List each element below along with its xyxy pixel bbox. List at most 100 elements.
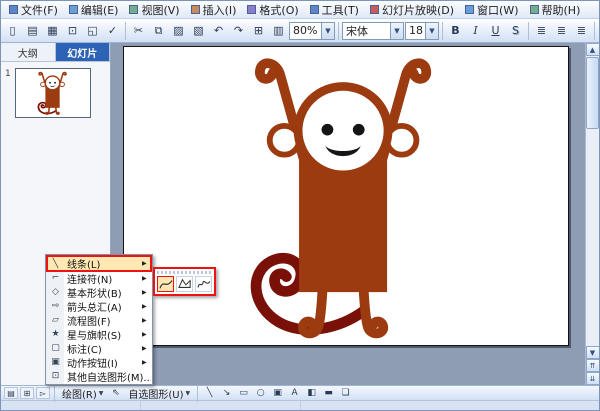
insert-table-button[interactable]: ⊞ bbox=[249, 21, 268, 40]
format-painter-button[interactable]: ▧ bbox=[189, 21, 208, 40]
slide-canvas[interactable] bbox=[123, 46, 569, 346]
scribble-tool-button[interactable] bbox=[195, 276, 212, 292]
insert-chart-button[interactable]: ▥ bbox=[269, 21, 288, 40]
align-left-button[interactable]: ≣ bbox=[532, 21, 551, 40]
underline-button[interactable]: U bbox=[486, 21, 505, 40]
menu-item-connectors[interactable]: ⌐ 连接符(N) ▶ bbox=[47, 271, 151, 285]
tools-menu-icon bbox=[310, 5, 319, 14]
save-button[interactable]: ▦ bbox=[43, 21, 62, 40]
menu-item-block-arrows[interactable]: ⇨ 箭头总汇(A) ▶ bbox=[47, 299, 151, 313]
print-preview-button[interactable]: ◱ bbox=[83, 21, 102, 40]
view-menu-icon bbox=[129, 5, 138, 14]
freeform-tool-button[interactable] bbox=[176, 276, 193, 292]
menu-item-basic-shapes[interactable]: ◇ 基本形状(B) ▶ bbox=[47, 285, 151, 299]
menu-bar: 文件(F) 编辑(E) 视图(V) 插入(I) 格式(O) 工具(T) 幻灯片放… bbox=[1, 1, 599, 19]
curve-tool-button[interactable] bbox=[157, 276, 174, 292]
oval-tool-button[interactable]: ○ bbox=[253, 387, 268, 400]
align-center-button[interactable]: ≣ bbox=[552, 21, 571, 40]
menu-window[interactable]: 窗口(W) bbox=[460, 2, 523, 18]
previous-slide-icon[interactable]: ⇈ bbox=[586, 359, 600, 372]
submenu-arrow-icon: ▶ bbox=[142, 275, 151, 282]
toolbar-separator bbox=[125, 22, 126, 40]
autoshapes-menu-button[interactable]: 自选图形(U) ▼ bbox=[125, 387, 193, 400]
scroll-down-icon[interactable]: ▼ bbox=[586, 346, 600, 359]
fill-color-button[interactable]: ◧ bbox=[304, 387, 319, 400]
text-box-button[interactable]: ▣ bbox=[270, 387, 285, 400]
format-menu-icon bbox=[247, 5, 256, 14]
spelling-button[interactable]: ✓ bbox=[103, 21, 122, 40]
menu-format[interactable]: 格式(O) bbox=[242, 2, 303, 18]
rectangle-tool-button[interactable]: ▭ bbox=[236, 387, 251, 400]
powerpoint-window: 文件(F) 编辑(E) 视图(V) 插入(I) 格式(O) 工具(T) 幻灯片放… bbox=[0, 0, 600, 411]
menu-item-stars-banners[interactable]: ★ 星与旗帜(S) ▶ bbox=[47, 327, 151, 341]
slide-number: 1 bbox=[5, 68, 11, 79]
arrow-tool-button[interactable]: ↘ bbox=[219, 387, 234, 400]
freeform-icon bbox=[178, 278, 192, 290]
open-button[interactable]: ▤ bbox=[23, 21, 42, 40]
bold-button[interactable]: B bbox=[446, 21, 465, 40]
status-panel bbox=[1, 401, 141, 411]
scroll-up-icon[interactable]: ▲ bbox=[586, 43, 600, 56]
toolbar-separator bbox=[442, 22, 443, 40]
scrollbar-track[interactable] bbox=[586, 56, 600, 346]
window-menu-icon bbox=[465, 5, 474, 14]
font-name-value: 宋体 bbox=[343, 23, 390, 39]
menu-insert[interactable]: 插入(I) bbox=[186, 2, 242, 18]
normal-view-button[interactable]: ▤ bbox=[4, 387, 18, 399]
edit-menu-icon bbox=[69, 5, 78, 14]
zoom-dropdown-icon[interactable]: ▼ bbox=[321, 23, 334, 39]
line-color-button[interactable]: ▬ bbox=[321, 387, 336, 400]
standard-toolbar: ▯ ▤ ▦ ⊡ ◱ ✓ ✂ ⧉ ▨ ▧ ↶ ↷ ⊞ ▥ 80% ▼ 宋体 ▼ 1… bbox=[1, 19, 599, 43]
toolbar-separator bbox=[528, 22, 529, 40]
palette-tearoff-grip[interactable] bbox=[157, 271, 212, 274]
select-objects-button[interactable]: ⇖ bbox=[108, 387, 123, 400]
menu-file[interactable]: 文件(F) bbox=[4, 2, 63, 18]
redo-button[interactable]: ↷ bbox=[229, 21, 248, 40]
italic-button[interactable]: I bbox=[466, 21, 485, 40]
text-shadow-button[interactable]: S bbox=[506, 21, 525, 40]
shadow-style-button[interactable]: ❏ bbox=[338, 387, 353, 400]
menu-help[interactable]: 帮助(H) bbox=[525, 2, 586, 18]
menu-edit[interactable]: 编辑(E) bbox=[64, 2, 124, 18]
scribble-icon bbox=[197, 278, 211, 290]
zoom-combobox[interactable]: 80% ▼ bbox=[289, 22, 335, 40]
slide-thumbnail[interactable] bbox=[15, 68, 91, 118]
tab-outline[interactable]: 大纲 bbox=[1, 43, 56, 61]
font-size-combobox[interactable]: 18 ▼ bbox=[405, 22, 439, 40]
font-name-combobox[interactable]: 宋体 ▼ bbox=[342, 22, 404, 40]
monkey-thumbnail-drawing bbox=[17, 70, 89, 116]
menu-item-action-buttons[interactable]: ▣ 动作按钮(I) ▶ bbox=[47, 355, 151, 369]
undo-button[interactable]: ↶ bbox=[209, 21, 228, 40]
vertical-scrollbar[interactable]: ▲ ▼ ⇈ ⇊ bbox=[585, 43, 599, 385]
paste-button[interactable]: ▨ bbox=[169, 21, 188, 40]
file-menu-icon bbox=[9, 5, 18, 14]
new-button[interactable]: ▯ bbox=[3, 21, 22, 40]
menu-item-more-autoshapes[interactable]: ⊡ 其他自选图形(M)... bbox=[47, 369, 151, 383]
line-tool-button[interactable]: ╲ bbox=[202, 387, 217, 400]
palette-tools-row bbox=[157, 276, 212, 292]
draw-menu-button[interactable]: 绘图(R) ▼ bbox=[59, 387, 106, 400]
submenu-arrow-icon: ▶ bbox=[142, 289, 151, 296]
slide-sorter-view-button[interactable]: ⊞ bbox=[20, 387, 34, 399]
align-right-button[interactable]: ≣ bbox=[572, 21, 591, 40]
copy-button[interactable]: ⧉ bbox=[149, 21, 168, 40]
slideshow-view-button[interactable]: ▻ bbox=[36, 387, 50, 399]
print-button[interactable]: ⊡ bbox=[63, 21, 82, 40]
lines-palette bbox=[153, 267, 216, 296]
menu-view[interactable]: 视图(V) bbox=[124, 2, 184, 18]
action-buttons-icon: ▣ bbox=[47, 357, 64, 367]
menu-tools[interactable]: 工具(T) bbox=[305, 2, 364, 18]
draw-dropdown-icon: ▼ bbox=[99, 390, 104, 397]
wordart-button[interactable]: A bbox=[287, 387, 302, 400]
tab-slides[interactable]: 幻灯片 bbox=[56, 43, 111, 61]
cut-button[interactable]: ✂ bbox=[129, 21, 148, 40]
submenu-arrow-icon: ▶ bbox=[142, 303, 151, 310]
menu-item-callouts[interactable]: ▢ 标注(C) ▶ bbox=[47, 341, 151, 355]
font-name-dropdown-icon[interactable]: ▼ bbox=[390, 23, 403, 39]
menu-item-flowchart[interactable]: ▱ 流程图(F) ▶ bbox=[47, 313, 151, 327]
scrollbar-thumb[interactable] bbox=[586, 57, 599, 129]
menu-slideshow[interactable]: 幻灯片放映(D) bbox=[365, 2, 459, 18]
next-slide-icon[interactable]: ⇊ bbox=[586, 372, 600, 385]
menu-item-lines[interactable]: ╲ 线条(L) ▶ bbox=[47, 256, 151, 271]
font-size-dropdown-icon[interactable]: ▼ bbox=[425, 23, 438, 39]
